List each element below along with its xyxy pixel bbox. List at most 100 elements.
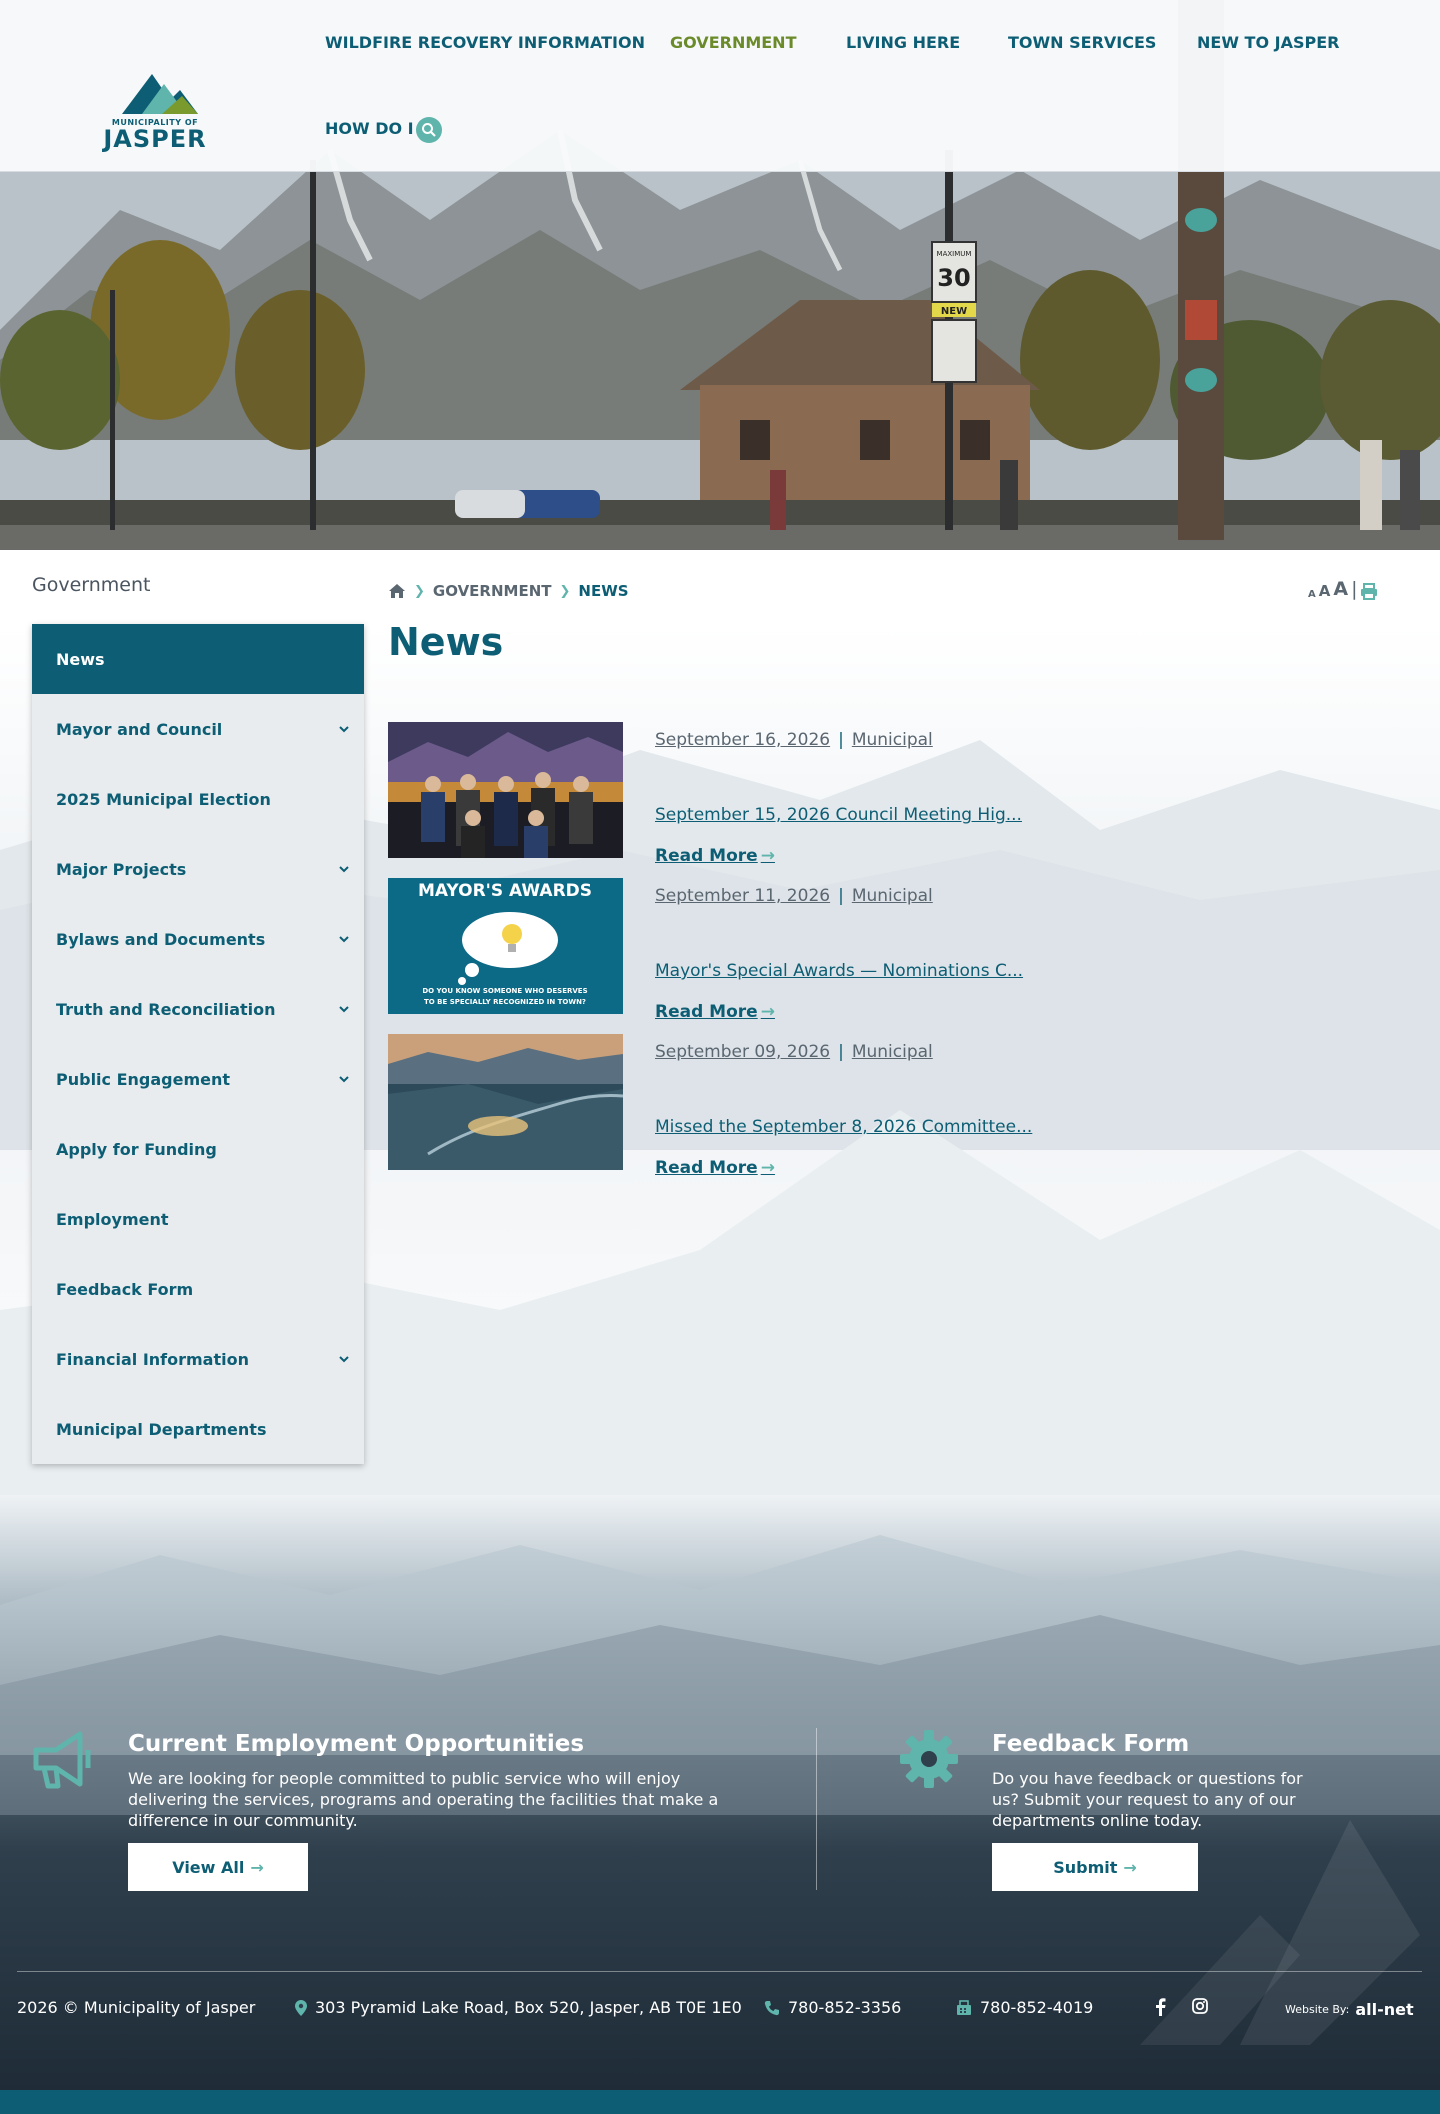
arrow-right-icon: →	[760, 1158, 775, 1178]
mayors-awards-graphic: MAYOR'S AWARDS DO YOU KNOW SOMEONE WHO D…	[388, 878, 623, 1014]
news-title-link[interactable]: Missed the September 8, 2026 Committee..…	[655, 1117, 1032, 1137]
search-button[interactable]	[416, 117, 442, 143]
meta-separator: |	[838, 730, 844, 750]
facebook-link[interactable]	[1154, 1998, 1166, 2020]
chevron-down-icon[interactable]	[338, 1003, 350, 1015]
nav-how-do-i[interactable]: HOW DO I	[325, 119, 414, 138]
view-all-label: View All	[172, 1857, 245, 1877]
sidebar-item-truth-and-reconciliation[interactable]: Truth and Reconciliation	[32, 974, 364, 1044]
sidebar-item-label: News	[56, 649, 105, 669]
nav-town-services[interactable]: TOWN SERVICES	[1008, 33, 1156, 52]
bottom-bar	[0, 2090, 1440, 2114]
mountain-logo-icon	[122, 74, 198, 114]
sidebar-title: Government	[32, 574, 151, 596]
facebook-icon	[1156, 1998, 1166, 2016]
font-tools-divider: |	[1351, 578, 1358, 600]
sidebar-item-mayor-and-council[interactable]: Mayor and Council	[32, 694, 364, 764]
nav-wildfire-recovery[interactable]: WILDFIRE RECOVERY INFORMATION	[325, 33, 645, 52]
employment-cta-title: Current Employment Opportunities	[128, 1731, 585, 1757]
news-category-link[interactable]: Municipal	[852, 886, 933, 906]
chevron-down-icon[interactable]	[338, 1073, 350, 1085]
read-more-link[interactable]: Read More →	[655, 846, 775, 866]
instagram-link[interactable]	[1192, 1998, 1208, 2018]
news-category-link[interactable]: Municipal	[852, 730, 933, 750]
sidebar-item-apply-for-funding[interactable]: Apply for Funding	[32, 1114, 364, 1184]
fax-icon	[957, 1999, 971, 2015]
read-more-label: Read More	[655, 846, 758, 866]
sidebar-item-major-projects[interactable]: Major Projects	[32, 834, 364, 904]
news-item: MAYOR'S AWARDS DO YOU KNOW SOMEONE WHO D…	[388, 878, 1288, 1022]
news-category-link[interactable]: Municipal	[852, 1042, 933, 1062]
fax-text: 780-852-4019	[980, 1998, 1094, 2017]
nav-new-to-jasper[interactable]: NEW TO JASPER	[1197, 33, 1339, 52]
instagram-icon	[1192, 1998, 1208, 2014]
submit-button[interactable]: Submit →	[992, 1843, 1198, 1891]
sidebar-item-2025-municipal-election[interactable]: 2025 Municipal Election	[32, 764, 364, 834]
footer-rule	[17, 1971, 1422, 1972]
sidebar-item-label: 2025 Municipal Election	[56, 789, 271, 809]
thumb-caption-2: TO BE SPECIALLY RECOGNIZED IN TOWN?	[424, 998, 586, 1006]
nav-government[interactable]: GOVERNMENT	[670, 33, 796, 52]
chevron-down-icon[interactable]	[338, 863, 350, 875]
fax: 780-852-4019	[956, 1998, 1093, 2017]
news-title-link[interactable]: Mayor's Special Awards — Nominations C..…	[655, 961, 1023, 981]
nav-living-here[interactable]: LIVING HERE	[846, 33, 960, 52]
sidebar-item-label: Employment	[56, 1209, 169, 1229]
chevron-down-icon[interactable]	[338, 723, 350, 735]
news-date-link[interactable]: September 11, 2026	[655, 886, 830, 906]
builder-name: all-net	[1355, 2000, 1414, 2019]
sidebar-item-label: Apply for Funding	[56, 1139, 217, 1159]
news-meta: September 11, 2026 | Municipal	[655, 886, 933, 906]
phone-icon	[764, 2000, 779, 2015]
news-item: September 16, 2026 | Municipal September 1…	[388, 722, 1288, 866]
sidebar-item-label: Bylaws and Documents	[56, 929, 266, 949]
sidebar-item-news[interactable]: News	[32, 624, 364, 694]
news-thumbnail-council[interactable]	[388, 722, 623, 858]
print-icon[interactable]	[1360, 583, 1378, 600]
copyright: 2026 © Municipality of Jasper	[17, 1998, 255, 2017]
font-size-medium-button[interactable]: A	[1319, 582, 1331, 600]
home-icon[interactable]	[388, 583, 406, 599]
site-header: MUNICIPALITY OF JASPER WILDFIRE RECOVERY…	[0, 0, 1440, 172]
sidebar-item-employment[interactable]: Employment	[32, 1184, 364, 1254]
sidebar-item-label: Mayor and Council	[56, 719, 223, 739]
breadcrumb-news: NEWS	[578, 582, 629, 600]
breadcrumb-government[interactable]: GOVERNMENT	[433, 582, 552, 600]
gear-icon	[900, 1730, 958, 1788]
sidebar-item-public-engagement[interactable]: Public Engagement	[32, 1044, 364, 1114]
sidebar-item-label: Major Projects	[56, 859, 187, 879]
council-photo	[388, 722, 623, 858]
news-thumbnail-mayors-awards[interactable]: MAYOR'S AWARDS DO YOU KNOW SOMEONE WHO D…	[388, 878, 623, 1014]
sidebar-item-municipal-departments[interactable]: Municipal Departments	[32, 1394, 364, 1464]
sidebar-item-label: Municipal Departments	[56, 1419, 267, 1439]
font-size-large-button[interactable]: A	[1333, 578, 1348, 600]
municipality-logo[interactable]: MUNICIPALITY OF JASPER	[100, 70, 210, 160]
chevron-down-icon[interactable]	[338, 1353, 350, 1365]
view-all-button[interactable]: View All →	[128, 1843, 308, 1891]
meta-separator: |	[838, 886, 844, 906]
phone[interactable]: 780-852-3356	[764, 1998, 901, 2017]
megaphone-icon	[33, 1731, 91, 1789]
arrow-right-icon: →	[250, 1857, 264, 1877]
chevron-down-icon[interactable]	[338, 933, 350, 945]
cta-divider	[816, 1728, 817, 1890]
sidebar-item-financial-information[interactable]: Financial Information	[32, 1324, 364, 1394]
news-thumbnail-aerial[interactable]	[388, 1034, 623, 1170]
news-date-link[interactable]: September 09, 2026	[655, 1042, 830, 1062]
feedback-cta-title: Feedback Form	[992, 1731, 1190, 1757]
news-date-link[interactable]: September 16, 2026	[655, 730, 830, 750]
news-title-link[interactable]: September 15, 2026 Council Meeting Hig..…	[655, 805, 1022, 825]
map-pin-icon	[295, 1999, 307, 2016]
news-meta: September 16, 2026 | Municipal	[655, 730, 933, 750]
address-text: 303 Pyramid Lake Road, Box 520, Jasper, …	[315, 1998, 742, 2017]
website-credit[interactable]: Website By: all-net	[1285, 2000, 1414, 2019]
page-title: News	[388, 620, 504, 664]
sidebar-item-bylaws-and-documents[interactable]: Bylaws and Documents	[32, 904, 364, 974]
read-more-link[interactable]: Read More →	[655, 1158, 775, 1178]
sidebar-item-feedback-form[interactable]: Feedback Form	[32, 1254, 364, 1324]
arrow-right-icon: →	[760, 1002, 775, 1022]
phone-text: 780-852-3356	[788, 1998, 902, 2017]
read-more-link[interactable]: Read More →	[655, 1002, 775, 1022]
sign-maximum: MAXIMUM	[937, 250, 972, 258]
font-size-small-button[interactable]: A	[1308, 589, 1316, 600]
